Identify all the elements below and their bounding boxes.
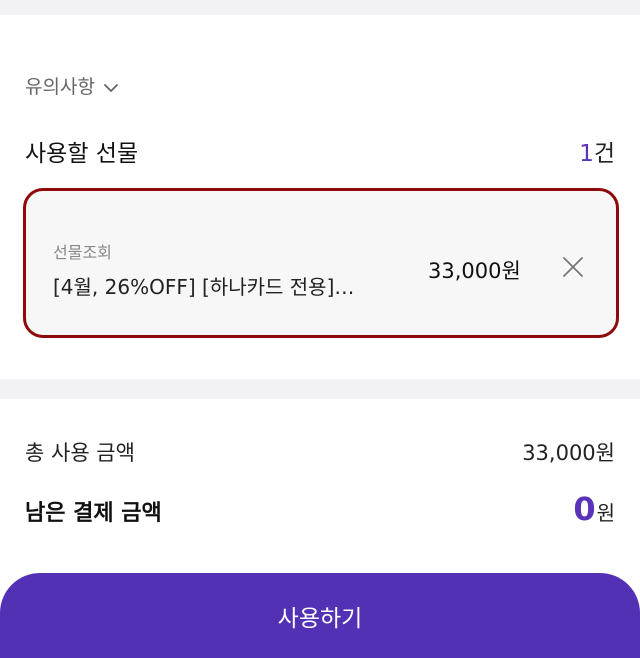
gift-name: [4월, 26%OFF] [하나카드 전용]… [53,275,355,299]
remaining-amount-value: 0원 [573,490,615,528]
total-amount-value: 33,000원 [522,441,615,465]
notice-label: 유의사항 [25,76,95,98]
total-amount-label: 총 사용 금액 [25,441,135,465]
remaining-amount-unit: 원 [596,501,615,525]
total-amount-row: 총 사용 금액 33,000원 [25,437,615,467]
gift-price: 33,000원 [428,259,521,283]
remaining-amount-row: 남은 결제 금액 0원 [25,490,615,528]
gift-count-unit: 건 [593,141,615,167]
gift-card-info: 선물조회 [4월, 26%OFF] [하나카드 전용]… [53,239,354,300]
section-divider [0,379,640,399]
gift-section-title: 사용할 선물 [25,141,139,167]
top-spacer [0,0,640,15]
gift-count: 1건 [579,134,615,168]
use-button[interactable]: 사용하기 [0,573,640,658]
gift-card[interactable]: 선물조회 [4월, 26%OFF] [하나카드 전용]… 33,000원 [23,188,619,338]
close-icon[interactable] [562,256,584,278]
chevron-down-icon [104,83,118,92]
remaining-amount-number: 0 [573,490,596,528]
gift-type-label: 선물조회 [53,243,112,262]
notice-toggle[interactable]: 유의사항 [25,72,119,99]
gift-count-number: 1 [579,141,594,167]
remaining-amount-label: 남은 결제 금액 [25,501,162,526]
